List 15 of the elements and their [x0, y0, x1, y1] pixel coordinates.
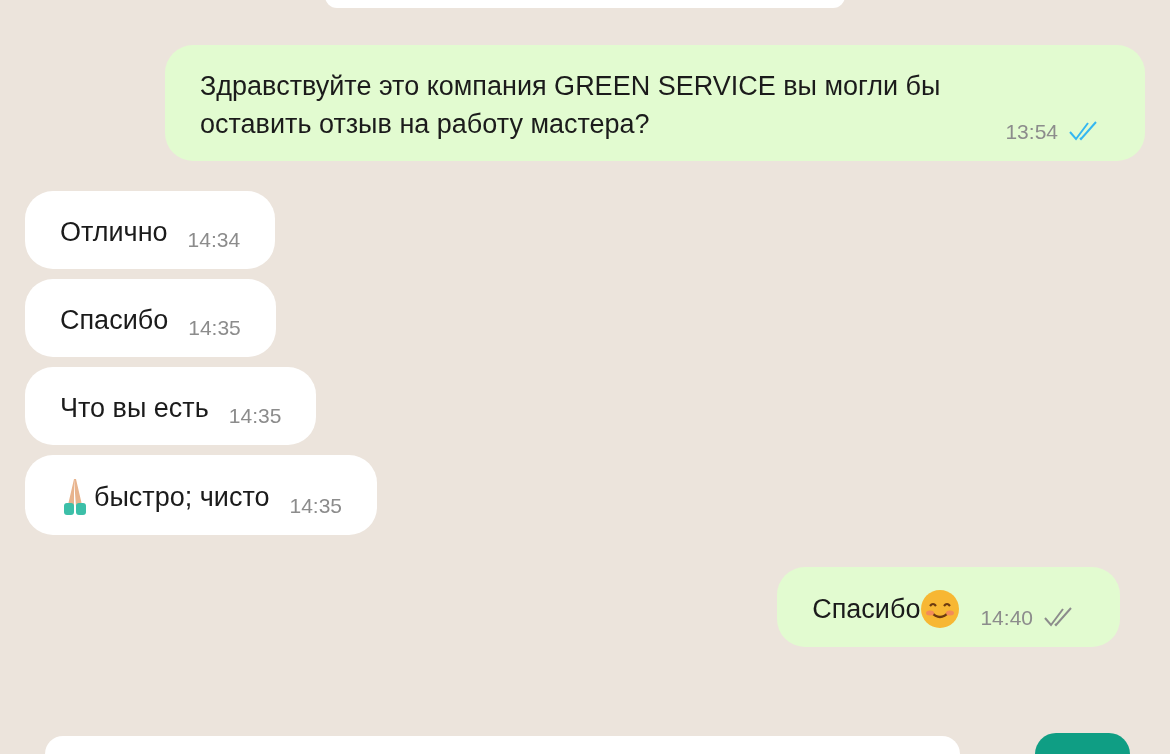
mic-button[interactable] — [1035, 733, 1130, 754]
message-input-field[interactable] — [45, 736, 960, 754]
message-text: Спасибо — [812, 593, 921, 626]
message-time: 14:35 — [289, 492, 343, 519]
smiling-face-icon — [920, 589, 961, 629]
message-text: Что вы есть — [60, 392, 209, 425]
message-time: 14:35 — [228, 402, 282, 429]
message-time: 14:35 — [188, 314, 241, 341]
message-text: Отлично — [60, 216, 168, 249]
message-text: быстро; чисто — [94, 481, 270, 514]
message-time: 14:40 — [980, 604, 1033, 631]
message-time: 13:54 — [1005, 118, 1058, 145]
message-text: Спасибо — [60, 304, 169, 337]
message-text: Здравствуйте это компания GREEN SERVICE вы могли бы оставить отзыв на работу мастера? — [200, 70, 942, 141]
message-time: 14:34 — [187, 226, 241, 253]
